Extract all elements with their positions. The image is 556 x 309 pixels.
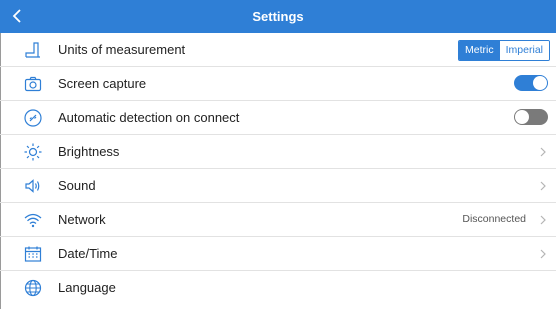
setting-units: Units of measurement Metric Imperial: [0, 33, 556, 67]
speaker-icon: [23, 176, 43, 196]
brightness-icon: [23, 142, 43, 162]
setting-screen-capture: Screen capture: [0, 67, 556, 101]
imperial-option[interactable]: Imperial: [499, 41, 549, 60]
setting-auto-detect-label: Automatic detection on connect: [58, 110, 240, 125]
setting-network-label: Network: [58, 212, 106, 227]
globe-icon: [23, 278, 43, 298]
setting-date-time-label: Date/Time: [58, 246, 118, 261]
ruler-icon: [23, 40, 43, 60]
calendar-icon: [23, 244, 43, 264]
setting-auto-detect: Automatic detection on connect: [0, 101, 556, 135]
settings-list: Units of measurement Metric Imperial Scr…: [0, 33, 556, 304]
app-header: Settings: [0, 0, 556, 33]
chevron-right-icon: [538, 179, 548, 193]
setting-units-label: Units of measurement: [58, 42, 186, 57]
chevron-right-icon: [538, 213, 548, 227]
setting-sound[interactable]: Sound: [0, 169, 556, 203]
metric-option[interactable]: Metric: [459, 41, 500, 60]
setting-brightness-label: Brightness: [58, 144, 120, 159]
setting-sound-label: Sound: [58, 178, 96, 193]
network-status: Disconnected: [462, 213, 526, 225]
setting-language[interactable]: Language: [0, 271, 556, 304]
setting-date-time[interactable]: Date/Time: [0, 237, 556, 271]
chevron-right-icon: [538, 145, 548, 159]
units-segmented-control: Metric Imperial: [458, 40, 550, 61]
setting-language-label: Language: [58, 280, 116, 295]
setting-brightness[interactable]: Brightness: [0, 135, 556, 169]
chevron-right-icon: [538, 247, 548, 261]
setting-network[interactable]: Network Disconnected: [0, 203, 556, 237]
screen-capture-toggle[interactable]: [514, 75, 548, 91]
wifi-icon: [23, 210, 43, 230]
setting-screen-capture-label: Screen capture: [58, 76, 147, 91]
link-icon: [23, 108, 43, 128]
auto-detect-toggle[interactable]: [514, 109, 548, 125]
page-title: Settings: [252, 9, 304, 24]
camera-icon: [23, 74, 43, 94]
